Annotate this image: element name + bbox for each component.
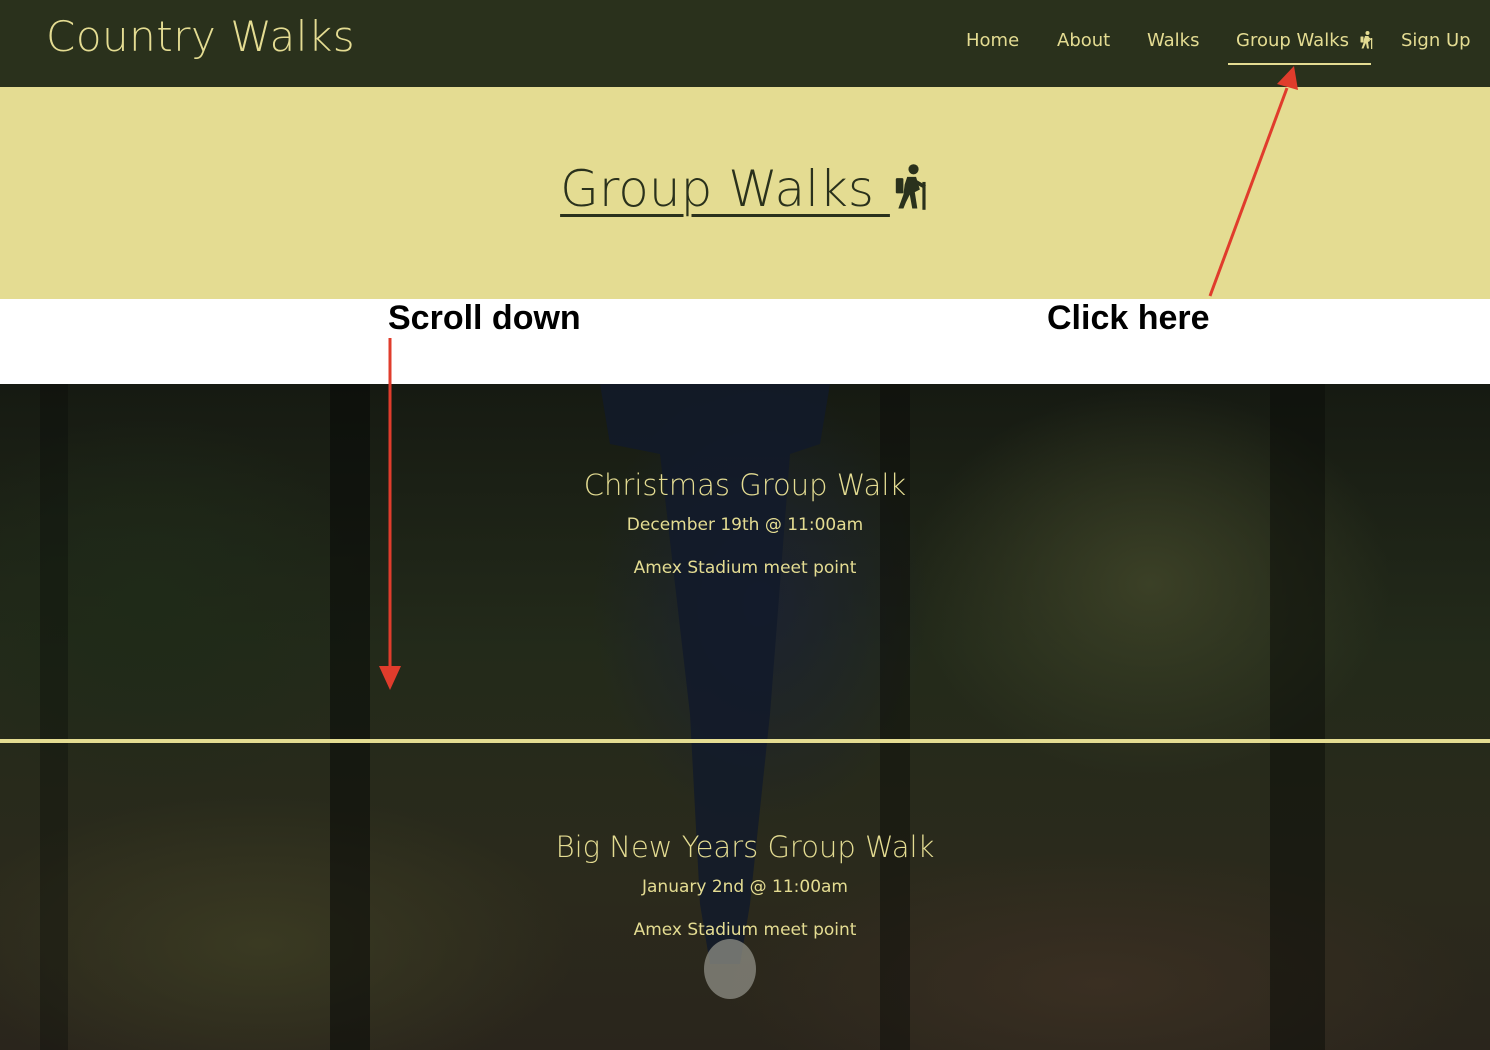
walk-title: Big New Years Group Walk <box>555 830 935 864</box>
walk-date: January 2nd @ 11:00am <box>641 877 848 897</box>
page-title: Group Walks <box>0 160 1490 224</box>
section-divider <box>0 739 1490 743</box>
group-walks-list: Christmas Group Walk December 19th @ 11:… <box>0 384 1490 1050</box>
nav-link-group-walks[interactable]: Group Walks <box>1236 30 1374 54</box>
annotation-scroll-down: Scroll down <box>388 299 581 337</box>
nav-link-walks[interactable]: Walks <box>1147 30 1199 51</box>
annotation-band: Scroll down Click here <box>0 299 1490 384</box>
brand-logo-link[interactable]: Country Walks <box>46 12 355 61</box>
page-header-band: Group Walks <box>0 87 1490 299</box>
nav-link-group-walks-label: Group Walks <box>1236 30 1350 51</box>
walk-title: Christmas Group Walk <box>583 468 907 502</box>
walk-card: Christmas Group Walk December 19th @ 11:… <box>0 384 1490 739</box>
walk-date: December 19th @ 11:00am <box>626 515 864 535</box>
navbar: Country Walks Home About Walks Group Wal… <box>0 0 1490 87</box>
nav-link-home[interactable]: Home <box>966 30 1019 51</box>
walk-card: Big New Years Group Walk January 2nd @ 1… <box>0 745 1490 1050</box>
walk-meet-point: Amex Stadium meet point <box>633 558 857 578</box>
nav-link-about[interactable]: About <box>1057 30 1110 51</box>
annotation-click-here: Click here <box>1047 299 1210 337</box>
hiker-icon <box>1359 31 1374 54</box>
page-title-text: Group Walks <box>560 160 874 218</box>
hiker-icon <box>892 162 930 224</box>
walk-meet-point: Amex Stadium meet point <box>633 920 857 940</box>
active-nav-underline <box>1228 63 1371 65</box>
nav-link-sign-up[interactable]: Sign Up <box>1401 30 1471 51</box>
